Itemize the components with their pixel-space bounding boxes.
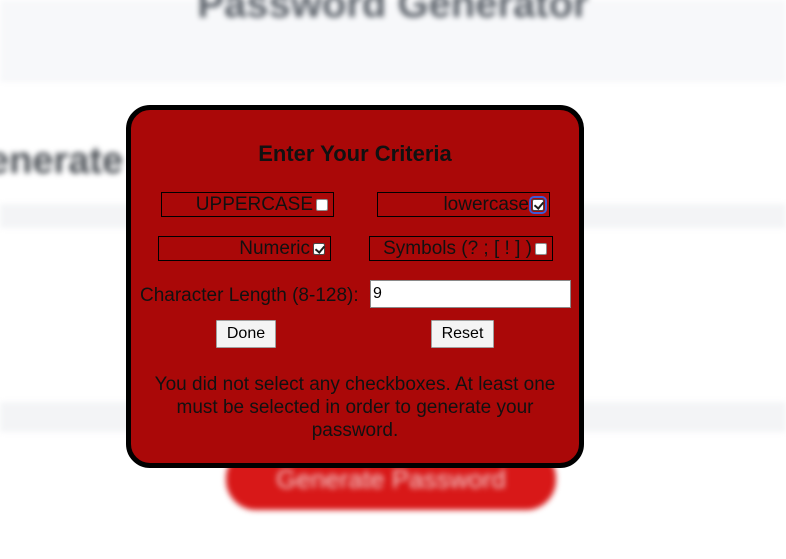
uppercase-label: UPPERCASE — [195, 193, 313, 215]
numeric-option[interactable]: Numeric — [158, 236, 331, 261]
character-length-label: Character Length (8-128): — [140, 285, 359, 306]
lowercase-option[interactable]: lowercase — [377, 192, 550, 217]
character-length-input[interactable] — [370, 280, 571, 308]
lowercase-label: lowercase — [443, 193, 529, 215]
numeric-checkbox[interactable] — [313, 242, 325, 255]
uppercase-checkbox[interactable] — [316, 198, 328, 211]
app-header: Password Generator — [0, 0, 786, 81]
uppercase-option[interactable]: UPPERCASE — [161, 192, 334, 217]
done-button[interactable]: Done — [216, 320, 276, 348]
page: Password Generator enerate a Generate Pa… — [0, 0, 786, 559]
numeric-label: Numeric — [239, 237, 310, 259]
criteria-modal: Enter Your Criteria UPPERCASE lowercase … — [126, 105, 584, 468]
modal-title: Enter Your Criteria — [258, 141, 452, 166]
error-message: You did not select any checkboxes. At le… — [154, 374, 556, 441]
symbols-label: Symbols (? ; [ ! ] ) — [383, 237, 532, 259]
lowercase-checkbox[interactable] — [529, 195, 547, 214]
app-title: Password Generator — [197, 0, 589, 26]
symbols-checkbox[interactable] — [535, 242, 547, 255]
symbols-option[interactable]: Symbols (? ; [ ! ] ) — [369, 236, 553, 261]
reset-button[interactable]: Reset — [431, 320, 494, 348]
